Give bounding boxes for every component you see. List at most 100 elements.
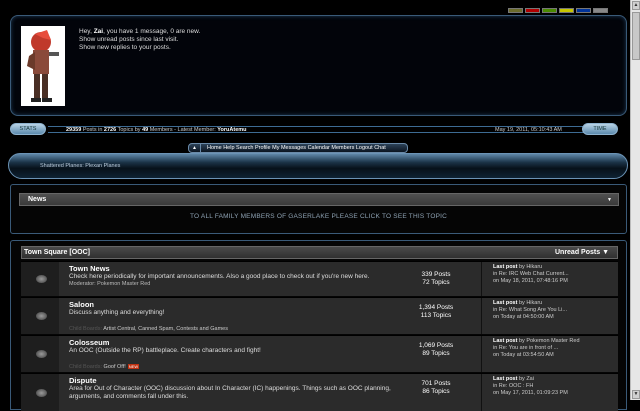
board-moderator[interactable]: Moderator: Pokemon Master Red: [69, 281, 399, 287]
category-title[interactable]: Town Square [OOC]: [24, 249, 90, 256]
topic-count: 2726: [103, 127, 117, 133]
new-replies-link[interactable]: Show new replies to your posts.: [79, 44, 200, 52]
topics-label: Topics by: [116, 127, 143, 133]
last-post-author[interactable]: by Hikaru: [517, 300, 542, 306]
news-section: News ▼ TO ALL FAMILY MEMBERS OF GASERLAKE…: [10, 184, 627, 234]
last-post-topic[interactable]: in Re: OOC : FH: [493, 383, 618, 390]
post-count: 29359: [66, 127, 82, 133]
last-post-time: on Today at 04:50:00 AM: [493, 314, 554, 320]
scroll-thumb[interactable]: [632, 12, 640, 60]
board-icon-cell: [21, 262, 59, 296]
latest-member-link[interactable]: YoruAtemu: [217, 127, 246, 133]
theme-swatch-1[interactable]: [508, 8, 523, 13]
child-board-links[interactable]: Goof Off!: [104, 364, 126, 370]
main-nav: ▲ Home Help Search Profile My Messages C…: [188, 143, 408, 153]
username[interactable]: Zai: [94, 28, 103, 35]
child-boards-label: Child Boards:: [69, 364, 104, 370]
board-row[interactable]: Colosseum An OOC (Outside the RP) battlep…: [21, 335, 618, 372]
topic-count: 86 Topics: [422, 388, 450, 395]
breadcrumb[interactable]: Shattered Planes: Plexan Planes: [40, 163, 120, 169]
board-name[interactable]: Saloon: [69, 300, 399, 309]
time-button[interactable]: TIME: [582, 123, 618, 135]
unread-posts-link[interactable]: Unread Posts ▼: [555, 247, 609, 259]
stats-bar: STATS 29359 Posts in 2726 Topics by 49 M…: [8, 123, 628, 137]
board-counts: 1,394 Posts 113 Topics: [391, 304, 481, 320]
topic-count: 89 Topics: [422, 350, 450, 357]
board-name[interactable]: Colosseum: [69, 338, 399, 347]
child-boards: Child Boards: Artist Central, Canned Spa…: [69, 326, 228, 332]
theme-swatch-2[interactable]: [525, 8, 540, 13]
board-description: Check here periodically for important an…: [69, 273, 370, 280]
last-post-author[interactable]: by Pokemon Master Red: [517, 338, 580, 344]
last-post-time: on May 18, 2011, 07:48:16 PM: [493, 278, 568, 284]
collapse-icon[interactable]: ▲: [189, 144, 201, 152]
board-name[interactable]: Dispute: [69, 376, 399, 385]
topic-count: 113 Topics: [420, 312, 452, 319]
last-post-topic[interactable]: in Re: What Song Are You Li...: [493, 307, 618, 314]
board-counts: 701 Posts 86 Topics: [391, 380, 481, 396]
page-scrollbar[interactable]: ▲ ▼: [630, 0, 640, 400]
child-board-links[interactable]: Artist Central, Canned Spam, Contests an…: [103, 326, 228, 332]
board-icon-cell: [21, 336, 59, 372]
category-header: Town Square [OOC] Unread Posts ▼: [21, 246, 618, 259]
last-post-time: on Today at 03:54:50 AM: [493, 352, 554, 358]
board-status-icon: [36, 350, 47, 358]
chevron-down-icon: ▼: [602, 249, 609, 256]
posts-label: Posts in: [81, 127, 104, 133]
board-index: Town Square [OOC] Unread Posts ▼ Town New…: [10, 240, 627, 411]
board-row[interactable]: Saloon Discuss anything and everything! 1…: [21, 297, 618, 334]
greeting-message[interactable]: , you have 1 message, 0 are new.: [103, 28, 200, 35]
news-title: News: [28, 196, 47, 203]
board-row[interactable]: Dispute Area for Out of Character (OOC) d…: [21, 373, 618, 411]
stats-button[interactable]: STATS: [10, 123, 46, 135]
last-post: Last post by Hikaru in Re: What Song Are …: [481, 298, 618, 334]
last-post-label: Last post: [493, 338, 518, 344]
last-post: Last post by Hikaru in Re: IRC Web Chat C…: [481, 262, 618, 296]
board-status-icon: [36, 389, 47, 397]
last-post: Last post by Zai in Re: OOC : FH on May 17…: [481, 374, 618, 411]
theme-swatches: [508, 8, 608, 13]
nav-links[interactable]: Home Help Search Profile My Messages Cal…: [201, 145, 386, 151]
last-post-topic[interactable]: in Re: You are in front of ...: [493, 345, 618, 352]
board-name[interactable]: Town News: [69, 264, 399, 273]
new-badge: NEW: [127, 364, 140, 370]
avatar-character-icon: [27, 30, 59, 102]
board-description: Discuss anything and everything!: [69, 309, 165, 316]
theme-swatch-4[interactable]: [559, 8, 574, 13]
current-time: May 19, 2011, 05:10:43 AM: [495, 127, 562, 133]
board-row[interactable]: Town News Check here periodically for imp…: [21, 261, 618, 296]
scroll-down-icon[interactable]: ▼: [632, 390, 640, 399]
board-icon-cell: [21, 374, 59, 411]
board-counts: 1,069 Posts 89 Topics: [391, 342, 481, 358]
theme-swatch-3[interactable]: [542, 8, 557, 13]
last-post: Last post by Pokemon Master Red in Re: Yo…: [481, 336, 618, 372]
post-count: 339 Posts: [421, 271, 451, 278]
post-count: 1,394 Posts: [418, 304, 454, 311]
unread-posts-link[interactable]: Show unread posts since last visit.: [79, 36, 200, 44]
post-count: 701 Posts: [421, 380, 451, 387]
last-post-topic[interactable]: in Re: IRC Web Chat Current...: [493, 271, 618, 278]
board-counts: 339 Posts 72 Topics: [391, 271, 481, 287]
user-profile-panel: Hey, Zai, you have 1 message, 0 are new.…: [10, 15, 627, 116]
news-message[interactable]: TO ALL FAMILY MEMBERS OF GASERLAKE PLEAS…: [11, 213, 626, 220]
last-post-label: Last post: [493, 264, 518, 270]
chevron-down-icon[interactable]: ▼: [607, 194, 612, 206]
last-post-label: Last post: [493, 376, 518, 382]
theme-swatch-6[interactable]: [593, 8, 608, 13]
members-label: Members - Latest Member:: [148, 127, 218, 133]
board-icon-cell: [21, 298, 59, 334]
greeting: Hey, Zai, you have 1 message, 0 are new.…: [79, 28, 200, 52]
unread-posts-label[interactable]: Unread Posts: [555, 249, 600, 256]
child-boards: Child Boards: Goof Off! NEW: [69, 364, 140, 370]
theme-swatch-5[interactable]: [576, 8, 591, 13]
last-post-author[interactable]: by Zai: [517, 376, 534, 382]
post-count: 1,069 Posts: [418, 342, 454, 349]
news-header: News ▼: [19, 193, 619, 206]
avatar[interactable]: [21, 26, 65, 106]
forum-stats: 29359 Posts in 2726 Topics by 49 Members…: [66, 127, 247, 133]
last-post-author[interactable]: by Hikaru: [517, 264, 542, 270]
board-description: Area for Out of Character (OOC) discussi…: [69, 385, 391, 400]
scroll-up-icon[interactable]: ▲: [632, 1, 640, 10]
board-description: An OOC (Outside the RP) battleplace. Cre…: [69, 347, 261, 354]
greeting-prefix: Hey,: [79, 28, 94, 35]
